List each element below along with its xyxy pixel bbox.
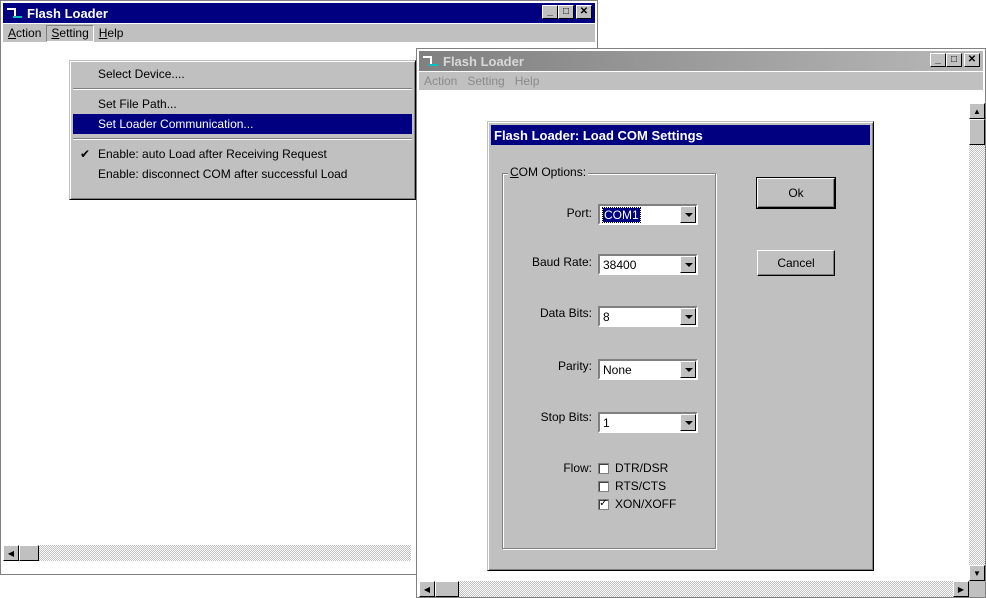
setting-dropdown-menu: Select Device.... Set File Path... Set L… [69, 60, 416, 200]
baud-rate-label: Baud Rate: [531, 255, 592, 269]
menu-separator [73, 88, 412, 90]
minimize-icon[interactable]: _ [930, 53, 946, 67]
data-bits-label: Data Bits: [539, 306, 592, 320]
app-icon [423, 54, 439, 68]
scroll-thumb[interactable] [435, 581, 459, 597]
menu-separator [73, 138, 412, 140]
menu-item-enable-disconnect-com[interactable]: Enable: disconnect COM after successful … [70, 164, 415, 184]
baud-rate-value: 38400 [603, 258, 637, 272]
data-bits-value: 8 [603, 310, 610, 324]
parity-label: Parity: [557, 359, 592, 373]
chevron-down-icon[interactable] [680, 414, 696, 431]
parity-value: None [603, 363, 632, 377]
minimize-icon[interactable]: _ [542, 5, 558, 19]
port-select[interactable]: COM1 [598, 204, 698, 225]
menu-setting[interactable]: Setting [46, 24, 94, 42]
front-vertical-scrollbar[interactable]: ▲ ▼ [969, 103, 985, 581]
scroll-right-icon[interactable]: ▶ [953, 581, 969, 597]
window-title: Flash Loader [443, 53, 524, 69]
chevron-down-icon[interactable] [680, 206, 696, 223]
stop-bits-select[interactable]: 1 [598, 412, 698, 433]
flow-xon-xoff-checkbox[interactable]: ✓ XON/XOFF [598, 497, 676, 511]
checkmark-icon[interactable]: ✓ [598, 498, 609, 510]
port-label: Port: [566, 206, 592, 220]
port-value: COM1 [602, 207, 641, 223]
cancel-button[interactable]: Cancel [757, 250, 835, 276]
back-menubar: Action Setting Help [3, 24, 595, 42]
menu-action[interactable]: Action [419, 73, 462, 90]
window-title: Flash Loader [27, 5, 108, 21]
flow-label: Flow: [563, 461, 592, 475]
maximize-icon[interactable]: □ [946, 53, 962, 67]
maximize-icon[interactable]: □ [558, 5, 574, 19]
menu-setting[interactable]: Setting [462, 73, 509, 90]
close-icon[interactable]: ✕ [964, 53, 980, 67]
menu-help[interactable]: Help [94, 25, 129, 42]
front-horizontal-scrollbar[interactable]: ◀ ▶ [419, 581, 969, 597]
scroll-up-icon[interactable]: ▲ [969, 103, 985, 119]
chevron-down-icon[interactable] [680, 256, 696, 273]
checkbox-box[interactable] [598, 480, 609, 492]
back-horizontal-scrollbar[interactable]: ◀ [3, 545, 411, 561]
size-grip[interactable] [969, 581, 985, 597]
stop-bits-value: 1 [603, 416, 610, 430]
baud-rate-select[interactable]: 38400 [598, 254, 698, 275]
stop-bits-label: Stop Bits: [540, 410, 592, 424]
chevron-down-icon[interactable] [680, 361, 696, 378]
checkbox-box[interactable] [598, 462, 609, 474]
com-settings-dialog: Flash Loader: Load COM Settings COM Opti… [487, 121, 874, 571]
scroll-thumb[interactable] [969, 119, 985, 145]
scroll-left-icon[interactable]: ◀ [3, 545, 19, 561]
menu-item-select-device[interactable]: Select Device.... [70, 64, 415, 84]
menu-item-set-file-path[interactable]: Set File Path... [70, 94, 415, 114]
com-options-label: COM Options: [508, 165, 589, 179]
menu-action[interactable]: Action [3, 25, 46, 42]
dialog-title[interactable]: Flash Loader: Load COM Settings [491, 125, 870, 145]
scroll-thumb[interactable] [19, 545, 39, 561]
flow-rts-cts-checkbox[interactable]: RTS/CTS [598, 479, 666, 493]
scroll-left-icon[interactable]: ◀ [419, 581, 435, 597]
front-window-titlebar[interactable]: Flash Loader _ □ ✕ [419, 51, 983, 71]
scroll-down-icon[interactable]: ▼ [969, 565, 985, 581]
ok-button[interactable]: Ok [756, 177, 836, 209]
front-menubar: Action Setting Help [419, 72, 983, 90]
back-window-titlebar[interactable]: Flash Loader _ □ ✕ [3, 3, 595, 23]
close-icon[interactable]: ✕ [576, 5, 592, 19]
checkmark-icon: ✔ [80, 147, 91, 161]
menu-item-enable-auto-load[interactable]: ✔ Enable: auto Load after Receiving Reque… [70, 144, 415, 164]
parity-select[interactable]: None [598, 359, 698, 380]
menu-help[interactable]: Help [510, 73, 545, 90]
chevron-down-icon[interactable] [680, 308, 696, 325]
flow-dtr-dsr-checkbox[interactable]: DTR/DSR [598, 461, 668, 475]
menu-item-set-loader-communication[interactable]: Set Loader Communication... [73, 114, 412, 134]
app-icon [7, 6, 23, 20]
data-bits-select[interactable]: 8 [598, 306, 698, 327]
